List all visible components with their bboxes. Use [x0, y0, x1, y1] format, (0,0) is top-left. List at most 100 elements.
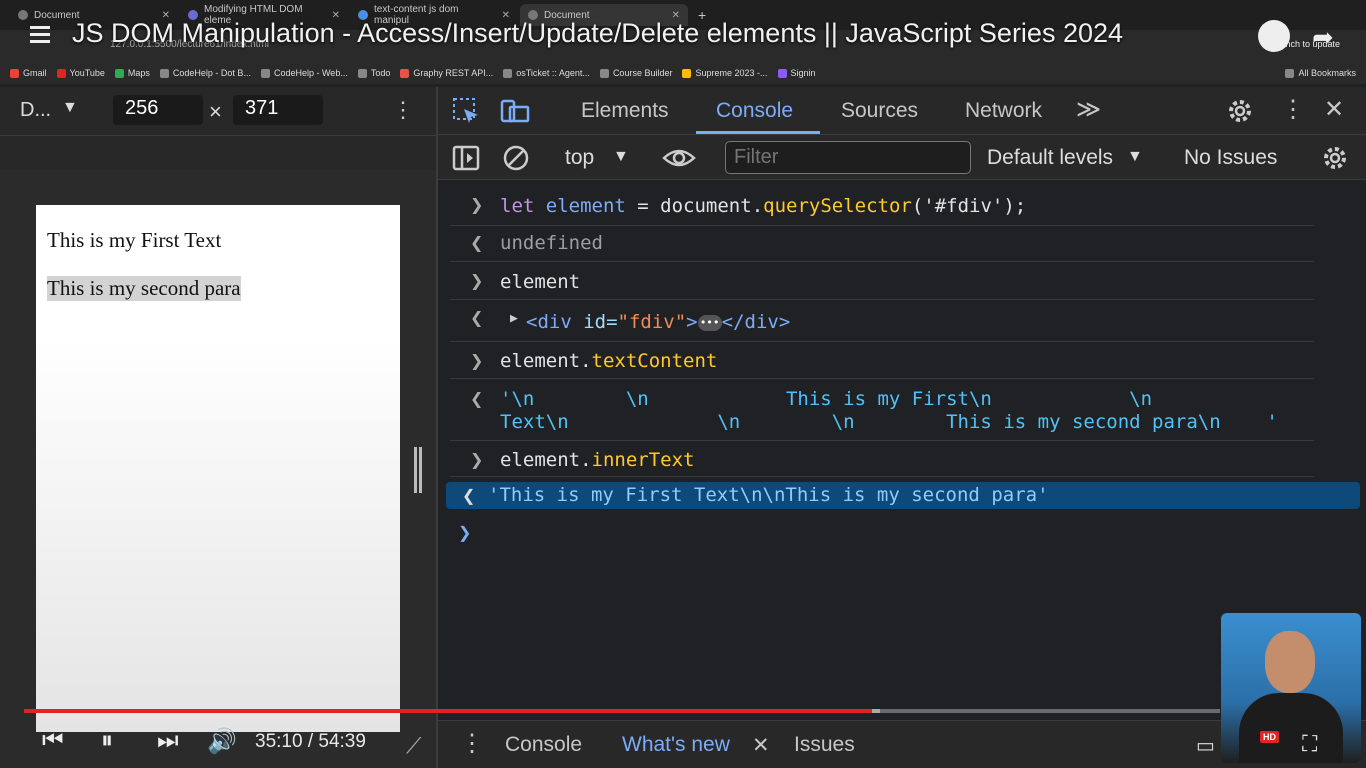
- bookmark-item[interactable]: Signin: [777, 68, 816, 78]
- console-result-line: ❮ undefined: [450, 226, 1314, 262]
- code-object: element.: [500, 449, 592, 471]
- code-text: = document.: [625, 195, 764, 217]
- volume-icon[interactable]: 🔊: [207, 727, 237, 756]
- expand-triangle-icon[interactable]: ▶: [510, 311, 518, 326]
- sidebar-toggle-icon[interactable]: [452, 144, 480, 172]
- console-input-line: ❯ element.innerText: [450, 441, 1314, 477]
- gmail-icon: [10, 68, 19, 78]
- clear-console-icon[interactable]: [502, 144, 530, 172]
- times-label: ×: [209, 99, 222, 124]
- folder-icon: [1285, 68, 1295, 78]
- bookmark-label: YouTube: [69, 68, 105, 78]
- html-tag: >: [686, 311, 698, 333]
- more-vert-icon[interactable]: ⋮: [392, 97, 414, 123]
- video-title: JS DOM Manipulation - Access/Insert/Upda…: [72, 18, 1124, 48]
- hd-badge: HD: [1260, 731, 1279, 743]
- chevron-left-icon: ❮: [462, 488, 476, 505]
- issues-button[interactable]: No Issues: [1184, 146, 1277, 170]
- bookmark-item[interactable]: osTicket :: Agent...: [503, 68, 590, 78]
- more-tabs-icon[interactable]: ≫: [1076, 95, 1101, 124]
- drawer-tab-issues[interactable]: Issues: [794, 733, 855, 757]
- watch-later-icon[interactable]: [1258, 20, 1290, 52]
- folder-icon: [599, 68, 609, 78]
- drawer-tab-whats-new[interactable]: What's new: [622, 733, 730, 757]
- bookmark-item[interactable]: Course Builder: [599, 68, 673, 78]
- drive-icon: [682, 68, 692, 78]
- code-property: textContent: [591, 350, 718, 372]
- device-toggle-icon[interactable]: [500, 97, 530, 125]
- ellipsis-icon[interactable]: •••: [697, 314, 722, 331]
- bookmark-label: Maps: [127, 68, 150, 78]
- chevron-down-icon[interactable]: ▼: [1127, 148, 1143, 166]
- eye-icon[interactable]: [662, 144, 696, 172]
- levels-select[interactable]: Default levels: [987, 146, 1113, 170]
- result-text: undefined: [500, 232, 603, 254]
- height-input[interactable]: 371: [233, 95, 323, 125]
- bookmark-item[interactable]: Gmail: [10, 68, 47, 78]
- share-icon[interactable]: ➦: [1312, 22, 1334, 53]
- console-prompt-icon[interactable]: ❯: [458, 523, 471, 543]
- more-vert-icon[interactable]: ⋮: [1281, 95, 1305, 124]
- tab-console[interactable]: Console: [716, 99, 793, 123]
- bookmark-label: Supreme 2023 -...: [695, 68, 768, 78]
- tab-elements[interactable]: Elements: [581, 99, 669, 123]
- menu-icon[interactable]: [30, 26, 50, 44]
- bookmark-item[interactable]: CodeHelp - Dot B...: [159, 68, 251, 78]
- pause-icon[interactable]: ⏸: [101, 727, 113, 755]
- drawer-tab-console[interactable]: Console: [505, 733, 582, 757]
- inspect-element-icon[interactable]: [452, 97, 480, 125]
- code-function: querySelector: [763, 195, 912, 217]
- console-input-line: ❯ let element = document.querySelector('…: [450, 192, 1314, 226]
- bookmark-label: CodeHelp - Web...: [273, 68, 348, 78]
- active-tab-indicator: [696, 131, 820, 134]
- tab-network[interactable]: Network: [965, 99, 1042, 123]
- devtools-tabbar: Elements Console Sources Network ≫ ⋮ ✕: [438, 87, 1366, 135]
- bookmark-label: osTicket :: Agent...: [516, 68, 590, 78]
- html-tag: <div: [526, 311, 572, 333]
- video-controls: ⏮ ⏸ ⏭ 🔊 ⟋: [0, 725, 436, 768]
- bookmark-label: All Bookmarks: [1298, 68, 1356, 78]
- chevron-down-icon[interactable]: ▼: [613, 148, 629, 166]
- console-toolbar: top ▼ Default levels ▼ No Issues: [438, 135, 1366, 180]
- device-select[interactable]: D...: [20, 99, 51, 122]
- width-input[interactable]: 256: [113, 95, 203, 125]
- fullscreen-icon[interactable]: ⛶: [1302, 731, 1317, 757]
- chevron-down-icon[interactable]: ▼: [62, 99, 78, 117]
- resize-handle[interactable]: [414, 447, 422, 493]
- subtitles-icon[interactable]: ▭: [1196, 733, 1215, 758]
- chevron-right-icon: ❯: [470, 271, 484, 290]
- close-icon[interactable]: ✕: [1324, 95, 1344, 124]
- filter-input[interactable]: [725, 141, 971, 174]
- device-toolbar: D... ▼ 256 × 371 ⋮: [0, 87, 436, 135]
- resize-corner-icon[interactable]: ⟋: [406, 733, 421, 759]
- github-icon: [18, 10, 28, 20]
- context-select[interactable]: top: [565, 146, 594, 170]
- site-icon: [159, 68, 169, 78]
- close-icon[interactable]: ✕: [752, 733, 770, 758]
- bookmark-item[interactable]: Todo: [357, 68, 391, 78]
- next-icon[interactable]: ⏭: [157, 727, 179, 755]
- previous-icon[interactable]: ⏮: [42, 727, 64, 755]
- code-property: innerText: [591, 449, 695, 471]
- progress-fill: [24, 709, 872, 713]
- progress-buffer: [871, 709, 880, 713]
- webcam-overlay: [1221, 613, 1361, 763]
- bookmark-label: Course Builder: [612, 68, 673, 78]
- gear-icon[interactable]: [1226, 97, 1254, 125]
- bookmark-item[interactable]: YouTube: [56, 68, 105, 78]
- chevron-left-icon: ❮: [470, 389, 484, 408]
- gear-icon[interactable]: [1321, 144, 1349, 172]
- chevron-left-icon: ❮: [470, 233, 484, 252]
- code-object: element.: [500, 350, 592, 372]
- bookmark-label: Todo: [370, 68, 391, 78]
- presenter-body: [1239, 693, 1343, 763]
- bookmark-item[interactable]: Graphy REST API...: [400, 68, 493, 78]
- bookmark-item[interactable]: CodeHelp - Web...: [260, 68, 348, 78]
- more-vert-icon[interactable]: ⋮: [460, 729, 484, 758]
- bookmark-item[interactable]: Maps: [114, 68, 150, 78]
- tab-sources[interactable]: Sources: [841, 99, 918, 123]
- chevron-right-icon: ❯: [470, 450, 484, 469]
- highlighted-result: ❮ 'This is my First Text\n\nThis is my s…: [446, 482, 1360, 509]
- all-bookmarks[interactable]: All Bookmarks: [1285, 68, 1356, 78]
- bookmark-item[interactable]: Supreme 2023 -...: [682, 68, 768, 78]
